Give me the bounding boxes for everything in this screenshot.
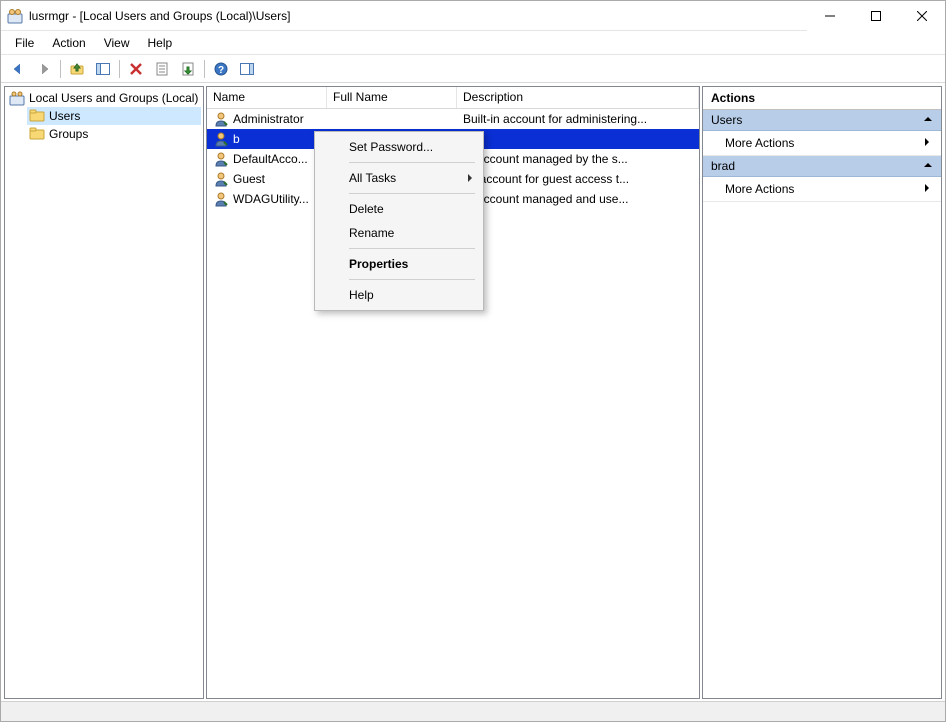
user-icon (213, 191, 229, 207)
actions-section-users[interactable]: Users (703, 110, 941, 131)
help-button[interactable]: ? (209, 58, 233, 80)
menu-file[interactable]: File (7, 33, 42, 53)
row-name: Administrator (233, 112, 304, 126)
window-controls (807, 1, 945, 31)
actions-title: Actions (703, 87, 941, 110)
ctx-help[interactable]: Help (315, 283, 483, 307)
row-name: Guest (233, 172, 265, 186)
user-icon (213, 111, 229, 127)
tree-item-label: Users (49, 109, 80, 123)
actions-item-more-selected[interactable]: More Actions (703, 177, 941, 202)
row-description: er account managed by the s... (457, 152, 699, 166)
menu-view[interactable]: View (96, 33, 138, 53)
up-button[interactable] (65, 58, 89, 80)
delete-button[interactable] (124, 58, 148, 80)
actions-item-label: More Actions (725, 182, 794, 196)
tree-pane: Local Users and Groups (Local) Users Gro… (4, 86, 204, 699)
submenu-arrow-icon (923, 182, 931, 196)
title-bar: lusrmgr - [Local Users and Groups (Local… (1, 1, 945, 31)
actions-section-label: Users (711, 113, 742, 127)
row-description: -in account for guest access t... (457, 172, 699, 186)
tree-root-label: Local Users and Groups (Local) (29, 91, 198, 105)
refresh-button[interactable] (150, 58, 174, 80)
ctx-delete[interactable]: Delete (315, 197, 483, 221)
forward-button[interactable] (32, 58, 56, 80)
window-title: lusrmgr - [Local Users and Groups (Local… (29, 9, 290, 23)
submenu-arrow-icon (923, 136, 931, 150)
row-name: b (233, 132, 240, 146)
status-bar (1, 701, 945, 721)
actions-section-label: brad (711, 159, 735, 173)
user-icon (213, 171, 229, 187)
context-menu: Set Password... All Tasks Delete Rename … (314, 131, 484, 311)
user-icon (213, 131, 229, 147)
ctx-item-label: All Tasks (349, 171, 396, 185)
menu-help[interactable]: Help (140, 33, 181, 53)
row-name: WDAGUtility... (233, 192, 309, 206)
ctx-set-password[interactable]: Set Password... (315, 135, 483, 159)
folder-icon (29, 108, 45, 124)
user-icon (213, 151, 229, 167)
tree-item-users[interactable]: Users (27, 107, 201, 125)
column-header-name[interactable]: Name (207, 87, 327, 108)
folder-icon (29, 126, 45, 142)
ctx-rename[interactable]: Rename (315, 221, 483, 245)
show-hide-tree-button[interactable] (91, 58, 115, 80)
close-button[interactable] (899, 1, 945, 31)
actions-item-more-users[interactable]: More Actions (703, 131, 941, 156)
list-header: Name Full Name Description (207, 87, 699, 109)
collapse-arrow-icon (923, 159, 933, 173)
menu-action[interactable]: Action (44, 33, 93, 53)
tree-item-label: Groups (49, 127, 88, 141)
maximize-button[interactable] (853, 1, 899, 31)
tree-root-node[interactable]: Local Users and Groups (Local) (7, 89, 201, 107)
row-description: Built-in account for administering... (457, 112, 699, 126)
minimize-button[interactable] (807, 1, 853, 31)
ctx-properties[interactable]: Properties (315, 252, 483, 276)
row-name: DefaultAcco... (233, 152, 308, 166)
column-header-fullname[interactable]: Full Name (327, 87, 457, 108)
tree-item-groups[interactable]: Groups (27, 125, 201, 143)
actions-pane: Actions Users More Actions brad More Act… (702, 86, 942, 699)
row-description: er account managed and use... (457, 192, 699, 206)
actions-item-label: More Actions (725, 136, 794, 150)
show-hide-action-pane-button[interactable] (235, 58, 259, 80)
back-button[interactable] (6, 58, 30, 80)
collapse-arrow-icon (923, 113, 933, 127)
export-list-button[interactable] (176, 58, 200, 80)
actions-section-selected[interactable]: brad (703, 156, 941, 177)
ctx-all-tasks[interactable]: All Tasks (315, 166, 483, 190)
computer-icon (9, 90, 25, 106)
svg-text:?: ? (218, 65, 224, 76)
menu-bar: File Action View Help (1, 31, 945, 55)
column-header-description[interactable]: Description (457, 87, 699, 108)
submenu-arrow-icon (467, 172, 473, 186)
list-row[interactable]: Administrator Built-in account for admini… (207, 109, 699, 129)
app-icon (7, 8, 23, 24)
toolbar: ? (1, 55, 945, 83)
